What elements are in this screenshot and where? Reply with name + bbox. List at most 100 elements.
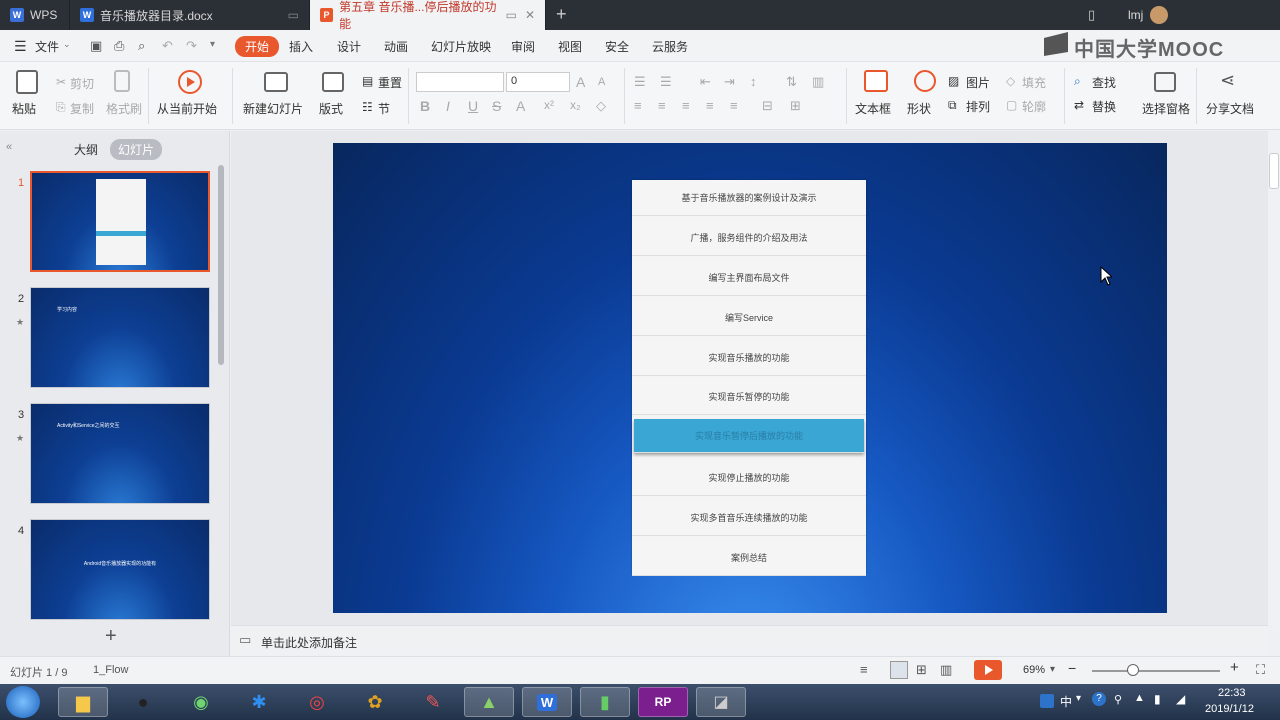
taskbar-wechat[interactable]: ◉ [176, 687, 226, 717]
slide-menu-item[interactable]: 案例总结 [632, 540, 866, 576]
copy-button[interactable]: 复制 [70, 100, 94, 117]
slide-thumbnail-2[interactable]: 学习内容 [30, 287, 210, 388]
font-name-input[interactable] [416, 72, 504, 92]
print-preview-icon[interactable]: ⌕ [138, 38, 145, 54]
taskbar-explorer[interactable]: ▆ [58, 687, 108, 717]
slide-thumbnail-3[interactable]: Activity和Service之间的交互 [30, 403, 210, 504]
zoom-slider[interactable] [1092, 670, 1220, 672]
underline-icon[interactable]: U [468, 98, 478, 114]
slide-menu-item[interactable]: 实现音乐播放的功能 [632, 340, 866, 376]
zoom-out-icon[interactable]: − [1068, 660, 1076, 676]
fit-window-icon[interactable]: ⛶ [1256, 662, 1265, 678]
battery-icon[interactable]: ▮ [1154, 692, 1161, 706]
section-button[interactable]: 节 [378, 100, 390, 117]
textbox-button[interactable]: 文本框 [855, 100, 891, 117]
taskbar-android-studio[interactable]: ▲ [464, 687, 514, 717]
zoom-slider-handle[interactable] [1127, 664, 1139, 676]
redo-icon[interactable]: ↷ [186, 38, 197, 54]
slideshow-play-button[interactable] [974, 660, 1002, 680]
taskbar-notes[interactable]: ▮ [580, 687, 630, 717]
show-hidden-icon[interactable]: ▲ [1134, 692, 1145, 704]
taskbar-recorder[interactable]: ◪ [696, 687, 746, 717]
save-icon[interactable]: ▣ [90, 38, 102, 54]
slide-menu-item[interactable]: 广播，服务组件的介绍及用法 [632, 220, 866, 256]
slide-menu-item[interactable]: 编写Service [632, 300, 866, 336]
strikethrough-icon[interactable]: S [492, 98, 501, 114]
vertical-scrollbar[interactable] [1268, 131, 1280, 625]
tab-slides[interactable]: 幻灯片 [110, 139, 163, 160]
font-size-input[interactable]: 0 [506, 72, 570, 92]
ime-icon[interactable] [1040, 694, 1054, 708]
columns-icon[interactable]: ▥ [812, 74, 824, 90]
tab-outline[interactable]: 大纲 [74, 141, 98, 158]
tab-wps[interactable]: W WPS [0, 0, 70, 30]
shape-button[interactable]: 形状 [907, 100, 931, 117]
fill-button[interactable]: 填充 [1022, 74, 1046, 91]
share-button[interactable]: 分享文档 [1206, 100, 1254, 117]
ime-mode[interactable]: 中 [1060, 693, 1072, 710]
align-text-icon[interactable]: ⊟ [762, 98, 773, 114]
slide[interactable]: 基于音乐播放器的案例设计及演示 广播，服务组件的介绍及用法 编写主界面布局文件 编写S… [333, 143, 1167, 613]
menu-review[interactable]: 审阅 [511, 38, 535, 55]
help-icon[interactable]: ? [1092, 692, 1106, 706]
menu-cloud[interactable]: 云服务 [652, 38, 688, 55]
clear-format-icon[interactable]: ◇ [596, 98, 606, 114]
taskbar-editor[interactable]: ✎ [408, 687, 458, 717]
slide-menu-item[interactable]: 实现音乐暂停的功能 [632, 379, 866, 415]
tab-ppt[interactable]: P 第五章 音乐播...停后播放的功能 ▭ ✕ [310, 0, 546, 31]
select-pane-button[interactable]: 选择窗格 [1142, 100, 1190, 117]
taskbar-color-app[interactable]: ✿ [350, 687, 400, 717]
collapse-panel-icon[interactable]: « [6, 141, 12, 153]
window-mode-icon[interactable]: ▯ [1088, 7, 1095, 23]
italic-icon[interactable]: I [446, 98, 450, 114]
tray-icon[interactable]: ⚲ [1114, 693, 1122, 706]
bullet-list-icon[interactable]: ☰ [634, 74, 646, 90]
notes-area[interactable]: ▭ 单击此处添加备注 [231, 625, 1268, 655]
text-direction-icon[interactable]: ⇅ [786, 74, 797, 90]
tab-doc[interactable]: W 音乐播放器目录.docx ▭ [70, 0, 310, 30]
new-tab-icon[interactable]: + [556, 4, 567, 25]
line-spacing-icon[interactable]: ↕ [750, 74, 757, 89]
avatar[interactable] [1150, 6, 1168, 24]
slide-menu-item[interactable]: 编写主界面布局文件 [632, 260, 866, 296]
zoom-dropdown-icon[interactable]: ▾ [1050, 664, 1055, 675]
arrange-button[interactable]: 排列 [966, 98, 990, 115]
format-painter-button[interactable]: 格式刷 [106, 100, 142, 117]
panel-scrollbar[interactable] [218, 165, 224, 365]
zoom-level[interactable]: 69% [1023, 664, 1045, 676]
notes-toggle-icon[interactable]: ≡ [860, 662, 868, 677]
chevron-down-icon[interactable]: ▾ [1076, 693, 1081, 704]
menu-animation[interactable]: 动画 [384, 38, 408, 55]
new-slide-button[interactable]: 新建幻灯片 [243, 100, 303, 117]
reading-view-icon[interactable]: ▥ [940, 662, 952, 678]
zoom-in-icon[interactable]: + [1230, 659, 1239, 676]
replace-button[interactable]: 替换 [1092, 98, 1116, 115]
align-right-icon[interactable]: ≡ [682, 98, 690, 113]
numbered-list-icon[interactable]: ☰ [660, 74, 672, 90]
slide-thumbnail-4[interactable]: Android音乐播放器实现的功能有 [30, 519, 210, 620]
scroll-thumb[interactable] [1269, 153, 1279, 189]
layout-button[interactable]: 版式 [319, 100, 343, 117]
slide-sorter-icon[interactable]: ⊞ [916, 662, 927, 678]
menu-slideshow[interactable]: 幻灯片放映 [431, 38, 491, 55]
menu-design[interactable]: 设计 [337, 38, 361, 55]
undo-icon[interactable]: ↶ [162, 38, 173, 54]
tab-pin-icon[interactable]: ▭ [506, 8, 517, 22]
add-slide-button[interactable]: + [105, 625, 117, 648]
slide-menu-card[interactable]: 基于音乐播放器的案例设计及演示 广播，服务组件的介绍及用法 编写主界面布局文件 编写S… [632, 180, 866, 576]
user-name[interactable]: lmj [1128, 8, 1143, 22]
taskbar-axure[interactable]: RP [638, 687, 688, 717]
menu-home[interactable]: 开始 [235, 36, 280, 57]
start-button[interactable] [6, 686, 40, 718]
convert-smartart-icon[interactable]: ⊞ [790, 98, 801, 114]
notes-placeholder[interactable]: 单击此处添加备注 [261, 634, 357, 651]
slide-menu-item[interactable]: 实现停止播放的功能 [632, 460, 866, 496]
hamburger-icon[interactable]: ☰ [14, 38, 27, 55]
find-button[interactable]: 查找 [1092, 74, 1116, 91]
bold-icon[interactable]: B [420, 98, 430, 114]
align-left-icon[interactable]: ≡ [634, 98, 642, 113]
font-color-icon[interactable]: A [516, 98, 525, 114]
subscript-icon[interactable]: x₂ [570, 98, 581, 112]
decrease-font-icon[interactable]: A [598, 76, 605, 88]
align-center-icon[interactable]: ≡ [658, 98, 666, 113]
